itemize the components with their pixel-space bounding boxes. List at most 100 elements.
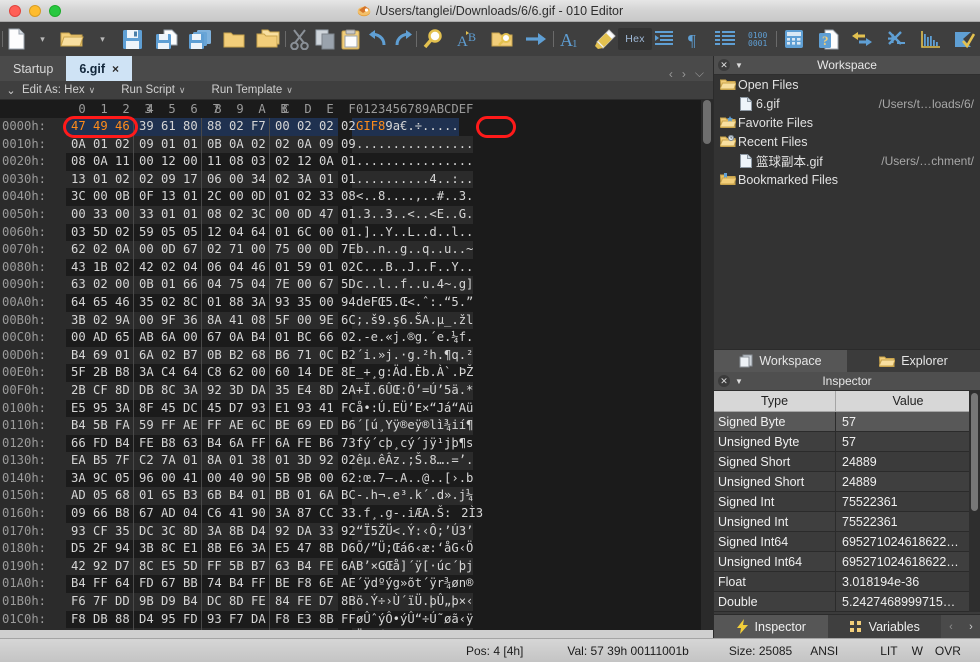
hex-byte-group[interactable]: 01 02 33 08 bbox=[270, 188, 356, 206]
hex-byte-group[interactable]: 04 75 04 34 bbox=[202, 276, 288, 294]
hex-byte-group[interactable]: 06 00 34 01 bbox=[202, 170, 288, 189]
hex-byte-group[interactable]: 35 02 8C 3C bbox=[134, 293, 220, 312]
inspector-value-cell[interactable]: 57 bbox=[836, 432, 980, 451]
hex-row-bytes[interactable]: 66 FD B4 63FE B8 63 FDB4 6A FF B96A FE B… bbox=[66, 434, 356, 453]
hex-row[interactable]: 0060h: 03 5D 02 0259 05 05 4C12 04 64 010… bbox=[0, 223, 713, 242]
hex-row-bytes[interactable]: 0A 01 02 0009 01 01 020B 0A 02 0B02 0A 0… bbox=[66, 135, 356, 154]
hex-byte-group[interactable]: 08 0A 11 00 bbox=[66, 153, 152, 171]
hex-byte-group[interactable]: FD 67 BB F5 bbox=[134, 575, 220, 594]
workspace-tree-item[interactable]: Favorite Files bbox=[714, 113, 980, 132]
hex-byte-group[interactable]: AD 05 68 AC bbox=[66, 487, 152, 506]
hex-row-bytes[interactable]: 42 92 D7 478C E5 5D B4FF 5B B7 FA63 B4 F… bbox=[66, 557, 356, 576]
hex-byte-group[interactable]: 66 FD B4 63 bbox=[66, 434, 152, 453]
hex-row-ascii[interactable]: +Ï.6ÛŒ:Ö’=Ú’5ä.* bbox=[352, 381, 474, 400]
hex-row-bytes[interactable]: 3B 02 9A 3900 9F 36 098A 41 08 B55F 00 9… bbox=[66, 311, 356, 330]
compare-icon[interactable] bbox=[845, 24, 879, 54]
run-script-dropdown[interactable]: Run Script ∨ bbox=[121, 84, 185, 96]
hex-row[interactable]: 0080h: 43 1B 02 0342 02 04 4A06 04 46 030… bbox=[0, 258, 713, 277]
hex-byte-group[interactable]: DC 3C 8D DD bbox=[134, 522, 220, 541]
close-icon[interactable]: × bbox=[112, 62, 119, 76]
hex-byte-group[interactable]: 92 3D DA 92 bbox=[202, 381, 288, 400]
hex-byte-group[interactable]: 12 04 64 01 bbox=[202, 223, 288, 242]
hex-byte-group[interactable]: 02 71 00 00 bbox=[202, 241, 288, 259]
hex-byte-group[interactable]: 35 E4 8D 2A bbox=[270, 381, 356, 400]
hex-byte-group[interactable]: 01 BC 66 02 bbox=[270, 329, 356, 347]
hex-byte-group[interactable]: 3A C4 64 02 bbox=[134, 364, 220, 382]
hex-row-bytes[interactable]: 63 02 00 6C0B 01 66 0504 75 04 347E 00 6… bbox=[66, 276, 356, 294]
hex-row[interactable]: 00C0h: 00 AD 65 03AB 6A 00 AE67 0A B4 650… bbox=[0, 329, 713, 347]
caret-down-icon[interactable]: ▼ bbox=[735, 61, 743, 70]
workspace-tree-item[interactable]: Open Files bbox=[714, 75, 980, 94]
hex-row-ascii[interactable]: <..8....,..#..3. bbox=[352, 188, 474, 206]
binary-icon[interactable]: 0100 0001 bbox=[742, 24, 776, 54]
font-icon[interactable]: A 1 bbox=[554, 24, 588, 54]
hex-byte-group[interactable]: 09 01 01 02 bbox=[134, 135, 220, 154]
hex-row[interactable]: 01C0h: F8 DB 88 FDD4 95 FD DB93 F7 DA 98F… bbox=[0, 610, 713, 629]
hex-row[interactable]: 0180h: D5 2F 94 DC3B 8C E1 368B E6 3A 91E… bbox=[0, 540, 713, 558]
hex-byte-group[interactable]: 01 59 01 02 bbox=[270, 258, 356, 277]
hex-mode-button[interactable]: Hex bbox=[618, 24, 652, 54]
hex-byte-group[interactable]: E5 47 8B D6 bbox=[270, 540, 356, 558]
hex-byte-group[interactable]: 59 05 05 4C bbox=[134, 223, 220, 242]
hex-byte-group[interactable]: BE 69 ED B6 bbox=[270, 417, 356, 435]
hex-byte-group[interactable]: 93 CF 35 8E bbox=[66, 522, 152, 541]
hex-byte-group[interactable]: FE B8 63 FD bbox=[134, 434, 220, 453]
line-numbers-icon[interactable] bbox=[708, 24, 742, 54]
hex-byte-group[interactable]: 9B D9 B4 EF bbox=[134, 593, 220, 611]
workspace-tree-item[interactable]: Bookmarked Files bbox=[714, 170, 980, 189]
save-all-icon[interactable] bbox=[183, 24, 217, 54]
paste-icon[interactable] bbox=[338, 24, 364, 54]
hex-byte-group[interactable]: 13 01 02 1B bbox=[66, 170, 152, 189]
inspector-value-cell[interactable]: 3.018194e-36 bbox=[836, 572, 980, 591]
calculator-icon[interactable] bbox=[777, 24, 811, 54]
inspector-value-cell[interactable]: 57 bbox=[836, 412, 980, 431]
hex-row[interactable]: 0020h: 08 0A 11 0000 12 00 0B11 08 03 020… bbox=[0, 153, 713, 171]
hex-byte-group[interactable]: 92 DA 33 92 bbox=[270, 522, 356, 541]
hex-row-ascii[interactable]: .3..3..<..<E..G. bbox=[352, 205, 474, 224]
hex-byte-group[interactable]: C6 41 90 8A bbox=[202, 505, 288, 523]
inspector-row[interactable]: Unsigned Int 75522361 bbox=[714, 512, 980, 532]
hex-row[interactable]: 01A0h: B4 FF 64 BAFD 67 BB F574 B4 FF 72B… bbox=[0, 575, 713, 594]
inspector-rows[interactable]: Signed Byte 57 Unsigned Byte 57 Signed Short… bbox=[714, 412, 980, 612]
hex-grid[interactable]: 0 1 2 3 4 5 6 7 8 9 A B C D E F 01234567… bbox=[0, 100, 713, 638]
close-circle-icon[interactable]: ✕ bbox=[718, 375, 730, 387]
open-folder-icon[interactable] bbox=[217, 24, 251, 54]
hex-byte-group[interactable]: 0B B2 68 15 bbox=[202, 346, 288, 365]
hex-row[interactable]: 00D0h: B4 69 01 BB6A 02 B7 670B B2 68 15B… bbox=[0, 346, 713, 365]
hex-row-bytes[interactable]: B4 FF 64 BAFD 67 BB F574 B4 FF 72BE F8 6… bbox=[66, 575, 356, 594]
inspector-row[interactable]: Signed Int 75522361 bbox=[714, 492, 980, 512]
hex-row[interactable]: 0110h: B4 5B FA B859 FF AE 65FF AE 6C ECB… bbox=[0, 417, 713, 435]
hex-byte-group[interactable]: 11 08 03 02 bbox=[202, 153, 288, 171]
hex-row-bytes[interactable]: 00 AD 65 03AB 6A 00 AE67 0A B4 6501 BC 6… bbox=[66, 329, 356, 347]
hex-byte-group[interactable]: 33 01 01 3C bbox=[134, 205, 220, 224]
hex-byte-group[interactable]: 00 AD 65 03 bbox=[66, 329, 152, 347]
hex-byte-group[interactable]: 00 0D 67 08 bbox=[134, 241, 220, 259]
hex-byte-group[interactable]: B6 71 0C B2 bbox=[270, 346, 356, 365]
cut-icon[interactable] bbox=[286, 24, 312, 54]
hex-byte-group[interactable]: 6A FE B6 73 bbox=[270, 434, 356, 453]
hex-row[interactable]: 0160h: 09 66 B8 1367 AD 04 69C6 41 90 8A3… bbox=[0, 505, 713, 523]
hex-byte-group[interactable]: E5 95 3A DA bbox=[66, 399, 152, 418]
hex-row-bytes[interactable]: 13 01 02 1B02 09 17 2E06 00 34 0102 3A 0… bbox=[66, 170, 356, 189]
hex-byte-group[interactable]: 42 02 04 4A bbox=[134, 258, 220, 277]
caret-down-icon[interactable]: ▼ bbox=[735, 377, 743, 386]
hex-row-ascii[interactable]: c..l..f..u.4~.g] bbox=[352, 276, 474, 294]
hex-row-ascii[interactable]: deFŒ5.Œ<.ˆ:.“5.” bbox=[352, 293, 474, 312]
script-check-icon[interactable] bbox=[947, 24, 980, 54]
hex-row-bytes[interactable]: EA B5 7F EAC2 7A 01 3B8A 01 38 8501 3D 9… bbox=[66, 452, 356, 470]
undo-icon[interactable] bbox=[364, 24, 390, 54]
hex-byte-group[interactable]: 02 12 0A 01 bbox=[270, 153, 356, 171]
hex-byte-group[interactable]: 5B 9B 00 62 bbox=[270, 469, 356, 488]
hex-byte-group[interactable]: 7E 00 67 5D bbox=[270, 276, 356, 294]
hex-row-ascii[interactable]: ´ÿdºýg»õt´ÿr¾øn® bbox=[352, 575, 474, 594]
hex-row-bytes[interactable]: B4 5B FA B859 FF AE 65FF AE 6C ECBE 69 E… bbox=[66, 417, 356, 435]
hex-byte-group[interactable]: 6A 02 B7 67 bbox=[134, 346, 220, 365]
hex-row-ascii[interactable]: ..........4..:.. bbox=[352, 170, 474, 189]
hex-byte-group[interactable]: 02 09 17 2E bbox=[134, 170, 220, 189]
hex-row-ascii[interactable]: .]..Y..L..d..l.. bbox=[352, 223, 474, 242]
hex-byte-group[interactable]: 5F 2B B8 67 bbox=[66, 364, 152, 382]
inspector-value-cell[interactable]: 695271024618622… bbox=[836, 532, 980, 551]
hex-byte-group[interactable]: 3B 8C E1 36 bbox=[134, 540, 220, 558]
inspector-row[interactable]: Float 3.018194e-36 bbox=[714, 572, 980, 592]
double-chevron-down-icon[interactable]: ⌄ bbox=[0, 84, 22, 97]
